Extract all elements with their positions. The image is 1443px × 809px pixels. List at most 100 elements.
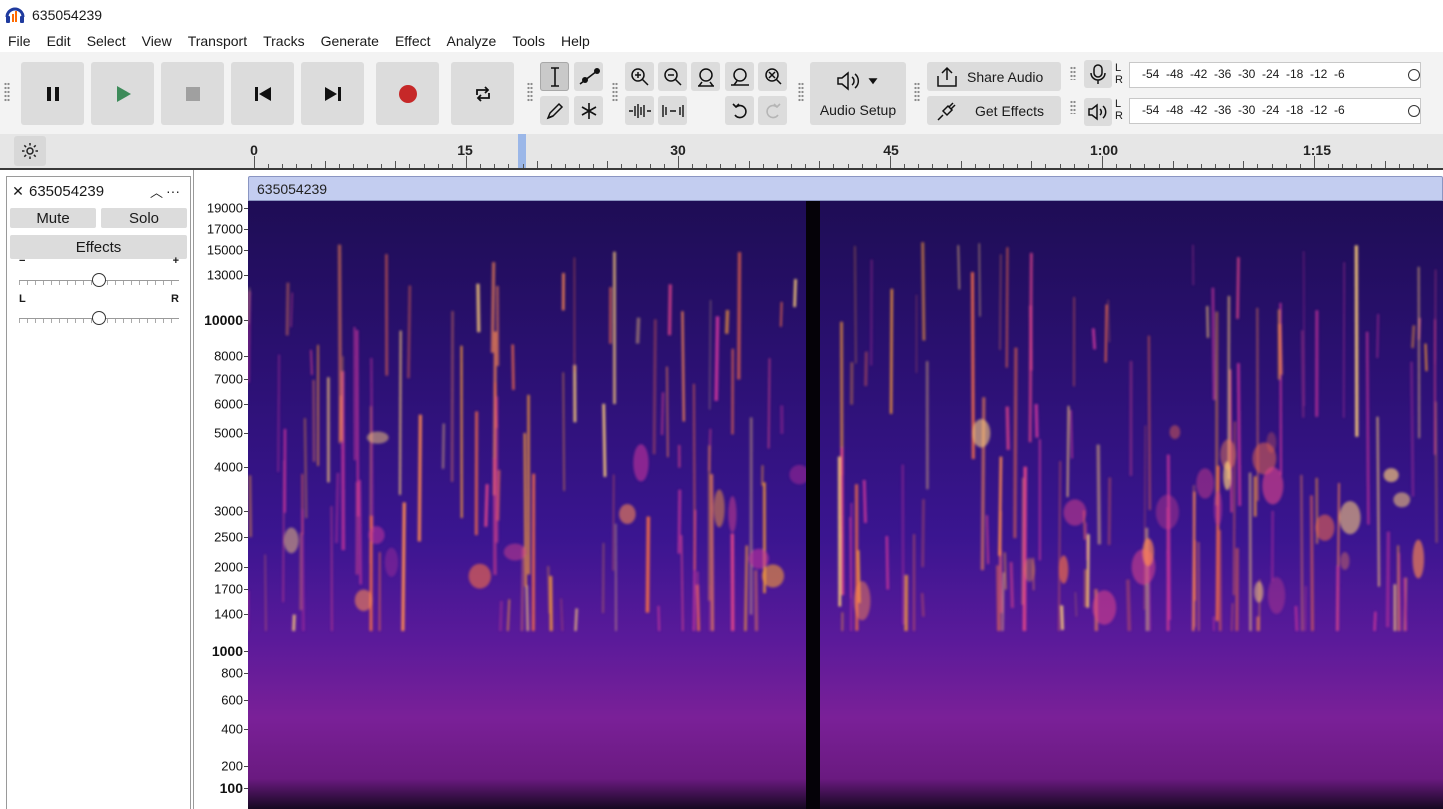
zoom-out-button[interactable] — [658, 62, 687, 91]
menu-effect[interactable]: Effect — [387, 33, 439, 49]
spectrogram-streak — [1236, 363, 1242, 506]
spectrogram-streak — [1410, 361, 1415, 497]
collapse-track-icon[interactable]: ︿ — [150, 182, 166, 201]
menu-generate[interactable]: Generate — [313, 33, 387, 49]
spectrogram-streak — [996, 565, 1000, 632]
trim-outside-button[interactable] — [625, 96, 654, 125]
timeline-settings-button[interactable] — [14, 136, 46, 166]
spectrogram-blob — [1339, 500, 1361, 535]
loop-button[interactable] — [451, 62, 514, 125]
menu-tools[interactable]: Tools — [504, 33, 553, 49]
track-control-panel: ✕ 635054239 ︿ ··· Mute Solo Effects − + … — [6, 176, 191, 809]
spectrogram-blob — [1213, 490, 1223, 526]
timeline-tick — [508, 164, 510, 168]
silence-button[interactable] — [658, 96, 687, 125]
spectrogram-streak — [1107, 477, 1112, 546]
gain-slider[interactable]: − + — [19, 255, 179, 289]
close-track-icon[interactable]: ✕ — [7, 183, 29, 200]
spectrogram-streak — [492, 458, 497, 575]
audio-clip[interactable]: 635054239 — [248, 176, 1443, 809]
menu-transport[interactable]: Transport — [180, 33, 255, 49]
playback-meter[interactable]: L R -54 -48 -42 -36 -30 -24 -18 -12 -6 — [1115, 98, 1425, 124]
menu-help[interactable]: Help — [553, 33, 598, 49]
timeline-tick — [1200, 164, 1202, 168]
zoom-toggle-button[interactable] — [758, 62, 787, 91]
timeline-tick — [579, 164, 581, 168]
spectrogram-streak — [370, 357, 374, 533]
meter-tick: -24 — [1262, 103, 1280, 117]
menu-select[interactable]: Select — [79, 33, 134, 49]
timeline-tick — [536, 161, 538, 168]
clip-name: 635054239 — [257, 181, 328, 197]
get-effects-button[interactable]: Get Effects — [927, 96, 1061, 125]
menu-file[interactable]: File — [0, 33, 39, 49]
timeline-tick — [960, 161, 962, 168]
audio-setup-grip[interactable] — [798, 82, 804, 102]
draw-tool[interactable] — [540, 96, 569, 125]
speaker-icon — [1088, 103, 1107, 121]
playhead-marker[interactable] — [518, 134, 526, 168]
audio-setup-button[interactable]: Audio Setup — [810, 62, 906, 125]
envelope-tool[interactable] — [574, 62, 603, 91]
timeline-tick — [1370, 164, 1372, 168]
pan-slider[interactable]: L R — [19, 293, 179, 327]
skip-to-start-button[interactable] — [231, 62, 294, 125]
play-button[interactable] — [91, 62, 154, 125]
spectrogram-view[interactable] — [248, 201, 1443, 809]
menu-view[interactable]: View — [134, 33, 180, 49]
frequency-axis[interactable]: 19000 17000 15000 13000 10000 8000 7000 6000 500… — [193, 170, 248, 809]
share-audio-button[interactable]: Share Audio — [927, 62, 1061, 91]
toolbar-grip[interactable] — [4, 82, 10, 102]
spectrogram-streak — [407, 285, 412, 379]
spectrogram-streak — [1166, 550, 1170, 632]
timeline-tick — [268, 164, 270, 168]
playback-level-knob[interactable] — [1408, 105, 1420, 117]
edit-grip[interactable] — [612, 82, 618, 102]
playback-meter-scale[interactable]: -54 -48 -42 -36 -30 -24 -18 -12 -6 — [1129, 98, 1421, 124]
undo-button[interactable] — [725, 96, 754, 125]
spectrogram-streak — [854, 245, 857, 364]
clip-header[interactable]: 635054239 — [248, 176, 1443, 201]
fit-selection-button[interactable] — [691, 62, 720, 91]
selection-tool[interactable] — [540, 62, 569, 91]
spectrogram-streak — [1086, 534, 1090, 608]
record-meter-scale[interactable]: -54 -48 -42 -36 -30 -24 -18 -12 -6 — [1129, 62, 1421, 88]
redo-button[interactable] — [758, 96, 787, 125]
frequency-label: 2000 — [214, 559, 243, 575]
timeline-tick — [663, 164, 665, 168]
gain-thumb[interactable] — [92, 273, 106, 287]
spectrogram-blob — [619, 504, 636, 525]
effects-button[interactable]: Effects — [10, 235, 187, 259]
record-meter[interactable]: L R -54 -48 -42 -36 -30 -24 -18 -12 -6 — [1115, 62, 1425, 88]
mute-button[interactable]: Mute — [10, 208, 96, 228]
record-meter-button[interactable] — [1084, 60, 1112, 88]
record-button[interactable] — [376, 62, 439, 125]
more-options-icon[interactable]: ··· — [166, 183, 190, 199]
playback-meter-grip[interactable] — [1070, 100, 1076, 114]
multi-tool[interactable] — [574, 96, 603, 125]
frequency-label: 15000 — [206, 242, 243, 258]
tools-grip[interactable] — [527, 82, 533, 102]
menu-tracks[interactable]: Tracks — [255, 33, 312, 49]
pan-thumb[interactable] — [92, 311, 106, 325]
pause-button[interactable] — [21, 62, 84, 125]
zoom-in-button[interactable] — [625, 62, 654, 91]
spectrogram-streak — [441, 423, 445, 469]
track-name[interactable]: 635054239 — [29, 183, 150, 200]
record-level-knob[interactable] — [1408, 69, 1420, 81]
menu-edit[interactable]: Edit — [39, 33, 79, 49]
share-grip[interactable] — [914, 82, 920, 102]
spectrogram-blob — [468, 563, 492, 589]
spectrogram-streak — [1304, 585, 1307, 632]
spectrogram-image — [248, 201, 1443, 809]
zoom-out-icon — [663, 67, 682, 86]
timeline-ruler[interactable]: 0 15 30 45 1:00 1:15 — [0, 134, 1443, 170]
stop-button[interactable] — [161, 62, 224, 125]
record-meter-grip[interactable] — [1070, 66, 1076, 80]
skip-to-end-button[interactable] — [301, 62, 364, 125]
solo-button[interactable]: Solo — [101, 208, 187, 228]
menu-analyze[interactable]: Analyze — [439, 33, 505, 49]
fit-project-button[interactable] — [725, 62, 754, 91]
playback-meter-button[interactable] — [1084, 98, 1112, 126]
timeline-tick — [310, 164, 312, 168]
